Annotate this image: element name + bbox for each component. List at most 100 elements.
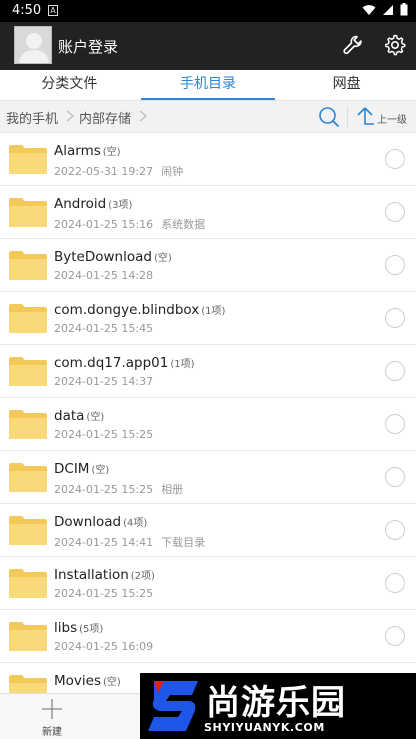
item-count: (3项) xyxy=(108,200,133,211)
item-count: (空) xyxy=(103,677,121,688)
modified-date: 2024-01-25 15:25 xyxy=(54,483,154,496)
file-row[interactable]: data (空) 2024-01-25 15:25 xyxy=(0,398,416,451)
file-row[interactable]: Android (3项) 2024-01-25 15:16 系统数据 xyxy=(0,186,416,239)
modified-date: 2024-01-25 15:45 xyxy=(54,322,154,335)
item-count: (空) xyxy=(102,147,121,158)
modified-date: 2024-01-25 14:41 xyxy=(54,536,154,549)
file-row[interactable]: Alarms (空) 2022-05-31 19:27 闹钟 xyxy=(0,133,416,186)
login-title[interactable]: 账户登录 xyxy=(58,36,118,57)
folder-icon xyxy=(8,249,48,281)
file-row[interactable]: Installation (2项) 2024-01-25 15:25 xyxy=(0,557,416,610)
gear-icon[interactable] xyxy=(383,33,407,57)
file-name: Download (4项) xyxy=(54,514,148,530)
item-count: (空) xyxy=(91,465,110,476)
select-checkbox[interactable] xyxy=(385,467,405,487)
file-row[interactable]: com.dongye.blindbox (1项) 2024-01-25 15:45 xyxy=(0,292,416,345)
folder-icon xyxy=(8,567,48,599)
file-row[interactable]: DCIM (空) 2024-01-25 15:25 相册 xyxy=(0,451,416,504)
sim-icon: A xyxy=(48,5,58,16)
chevron-right-icon xyxy=(139,110,147,122)
divider xyxy=(347,106,348,128)
file-row[interactable]: libs (5项) 2024-01-25 16:09 xyxy=(0,610,416,663)
app-header: 账户登录 xyxy=(0,22,416,70)
breadcrumb-internal-storage[interactable]: 内部存储 xyxy=(79,108,131,127)
file-row[interactable]: com.dq17.app01 (1项) 2024-01-25 14:37 xyxy=(0,345,416,398)
file-meta: 2024-01-25 15:25 xyxy=(54,428,161,441)
modified-date: 2024-01-25 15:25 xyxy=(54,587,154,600)
file-meta: 2024-01-25 14:41 下载目录 xyxy=(54,534,205,550)
folder-icon xyxy=(8,620,48,652)
select-checkbox[interactable] xyxy=(385,361,405,381)
modified-date: 2024-01-25 14:37 xyxy=(54,375,154,388)
file-meta: 2024-01-25 14:28 xyxy=(54,269,161,282)
file-meta: 2024-01-25 15:16 系统数据 xyxy=(54,216,205,232)
user-icon xyxy=(19,33,49,63)
signal-icon xyxy=(383,4,393,15)
modified-date: 2024-01-25 15:16 xyxy=(54,218,154,231)
file-meta: 2024-01-25 16:09 xyxy=(54,640,161,653)
up-one-level-button[interactable]: 上一级 xyxy=(377,111,407,126)
folder-icon xyxy=(8,461,48,493)
file-meta: 2022-05-31 19:27 闹钟 xyxy=(54,163,183,179)
modified-date: 2024-01-25 14:28 xyxy=(54,269,154,282)
new-button-label: 新建 xyxy=(42,727,62,738)
status-icons xyxy=(362,3,408,16)
watermark-logo-icon xyxy=(148,681,198,731)
item-count: (1项) xyxy=(201,306,226,317)
file-meta: 2024-01-25 15:45 xyxy=(54,322,161,335)
tab-categories[interactable]: 分类文件 xyxy=(0,70,139,100)
select-checkbox[interactable] xyxy=(385,573,405,593)
file-name: libs (5项) xyxy=(54,620,104,636)
watermark-text: 尚游乐园 xyxy=(206,683,346,723)
folder-icon xyxy=(8,143,48,175)
breadcrumb-my-phone[interactable]: 我的手机 xyxy=(6,108,58,127)
file-meta: 2024-01-25 14:37 xyxy=(54,375,161,388)
folder-note: 系统数据 xyxy=(161,218,206,231)
item-count: (2项) xyxy=(130,571,155,582)
modified-date: 2024-01-25 16:09 xyxy=(54,640,154,653)
select-checkbox[interactable] xyxy=(385,149,405,169)
wrench-icon[interactable] xyxy=(341,33,365,57)
folder-icon xyxy=(8,408,48,440)
arrow-up-icon[interactable] xyxy=(355,106,375,128)
item-count: (4项) xyxy=(123,518,148,529)
file-name: DCIM (空) xyxy=(54,461,110,477)
select-checkbox[interactable] xyxy=(385,202,405,222)
folder-icon xyxy=(8,514,48,546)
item-count: (1项) xyxy=(170,359,195,370)
folder-icon xyxy=(8,196,48,228)
search-icon[interactable] xyxy=(318,106,340,128)
file-row[interactable]: ByteDownload (空) 2024-01-25 14:28 xyxy=(0,239,416,292)
file-name: com.dongye.blindbox (1项) xyxy=(54,302,226,318)
tab-cloud-drive[interactable]: 网盘 xyxy=(277,70,416,100)
file-name: Android (3项) xyxy=(54,196,133,212)
status-bar: 4:50 A xyxy=(0,0,416,22)
item-count: (空) xyxy=(153,253,172,264)
watermark: 尚游乐园 SHYIYUANYK.COM xyxy=(140,673,416,739)
modified-date: 2024-01-25 15:25 xyxy=(54,428,154,441)
select-checkbox[interactable] xyxy=(385,520,405,540)
item-count: (5项) xyxy=(79,624,104,635)
file-name: Installation (2项) xyxy=(54,567,155,583)
tab-bar: 分类文件 手机目录 网盘 xyxy=(0,70,416,101)
folder-icon xyxy=(8,302,48,334)
select-checkbox[interactable] xyxy=(385,255,405,275)
new-button[interactable]: 新建 xyxy=(0,694,104,739)
file-name: ByteDownload (空) xyxy=(54,249,172,265)
file-list: Alarms (空) 2022-05-31 19:27 闹钟 Android (3项) 20… xyxy=(0,133,416,716)
avatar[interactable] xyxy=(14,26,52,64)
folder-icon xyxy=(8,355,48,387)
file-name: Alarms (空) xyxy=(54,143,121,159)
tab-phone-directory[interactable]: 手机目录 xyxy=(139,70,278,100)
select-checkbox[interactable] xyxy=(385,626,405,646)
file-meta: 2024-01-25 15:25 相册 xyxy=(54,481,183,497)
select-checkbox[interactable] xyxy=(385,308,405,328)
folder-note: 闹钟 xyxy=(161,165,184,178)
folder-note: 相册 xyxy=(161,483,184,496)
file-row[interactable]: Download (4项) 2024-01-25 14:41 下载目录 xyxy=(0,504,416,557)
select-checkbox[interactable] xyxy=(385,414,405,434)
plus-icon xyxy=(42,699,62,719)
wifi-icon xyxy=(362,4,376,15)
modified-date: 2022-05-31 19:27 xyxy=(54,165,154,178)
file-meta: 2024-01-25 15:25 xyxy=(54,587,161,600)
